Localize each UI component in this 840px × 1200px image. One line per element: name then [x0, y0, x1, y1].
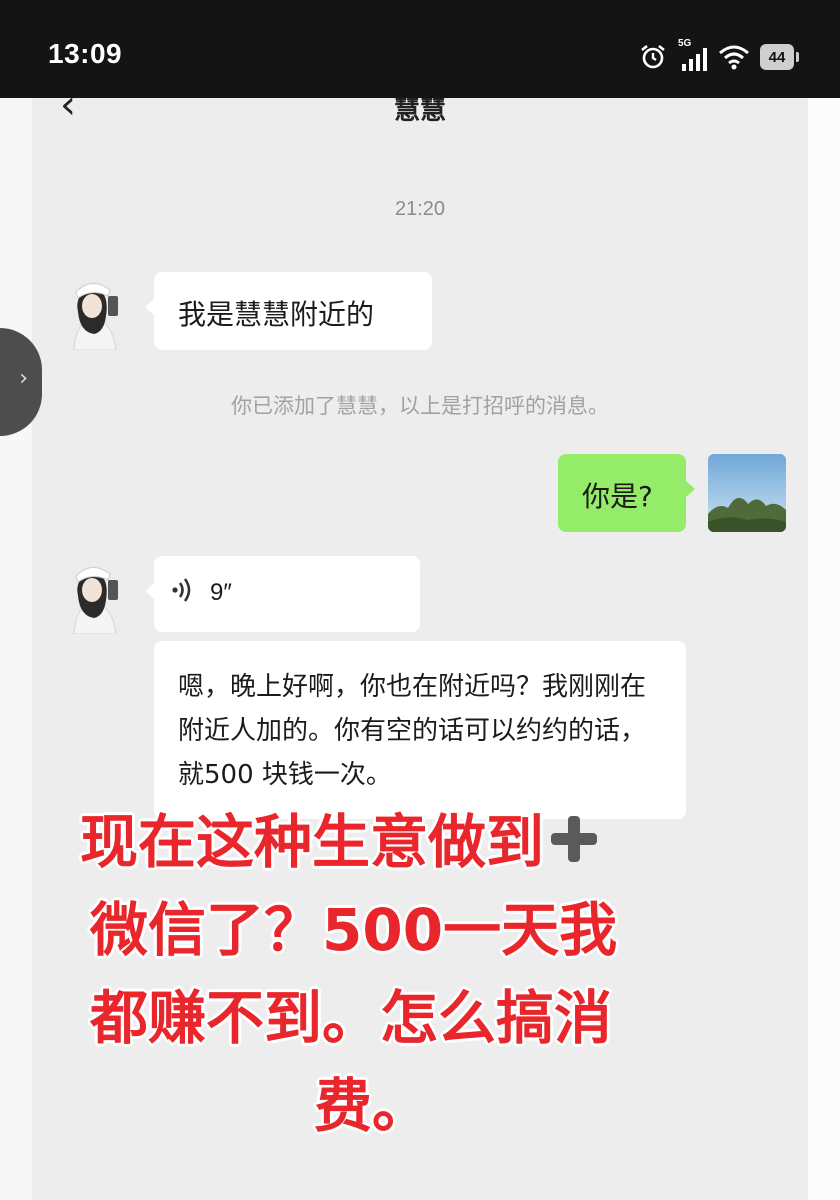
caption-overlay: 现在这种生意做到 微信了？500一天我 都赚不到。怎么搞消 费。: [32, 798, 808, 1150]
chat-navbar: ‹ 慧慧 ···: [32, 98, 808, 132]
received-message[interactable]: 我是慧慧附近的: [145, 272, 432, 350]
message-text: 我是慧慧附近的: [178, 298, 375, 331]
system-note: 你已添加了慧慧，以上是打招呼的消息。: [231, 394, 609, 418]
status-time: 13:09: [48, 38, 123, 69]
plus-icon: [544, 810, 602, 868]
signal-icon: 5G: [678, 38, 708, 72]
caption-line: 现在这种生意做到: [32, 798, 808, 886]
caption-text: 现在这种生意做到: [80, 808, 545, 876]
voice-duration: 9″: [210, 579, 232, 606]
alarm-icon: [641, 44, 665, 69]
wifi-icon: [719, 45, 749, 70]
left-margin: [0, 98, 32, 1200]
sent-message[interactable]: 你是?: [558, 454, 695, 532]
message-text: 你是?: [582, 480, 653, 513]
battery-icon: 44: [760, 44, 799, 70]
voice-transcript[interactable]: 嗯，晚上好啊，你也在附近吗？我刚刚在附近人加的。你有空的话可以约约的话，就500…: [154, 641, 686, 819]
transcript-text: 嗯，晚上好啊，你也在附近吗？我刚刚在附近人加的。你有空的话可以约约的话，就500…: [178, 672, 647, 790]
caption-line: 费。: [314, 1072, 431, 1140]
avatar[interactable]: [54, 272, 132, 350]
status-bar: 13:09 5G 44: [0, 0, 840, 98]
caption-line: 都赚不到。怎么搞消: [90, 984, 613, 1052]
voice-message[interactable]: 9″: [145, 556, 420, 632]
chat-screenshot: ‹ 慧慧 ··· 21:20 我是慧慧附近的 你已添加了慧慧，以上是打招呼的消息…: [32, 98, 808, 1200]
caption-line: 微信了？500一天我: [90, 896, 618, 964]
status-icons: 5G 44: [638, 38, 799, 74]
avatar[interactable]: [54, 556, 132, 634]
self-avatar[interactable]: [708, 454, 786, 532]
chat-title: 慧慧: [393, 98, 446, 126]
chevron-right-icon: ›: [19, 366, 28, 391]
right-margin: [808, 98, 840, 1200]
more-dots-icon[interactable]: ···: [733, 98, 770, 112]
message-timestamp: 21:20: [394, 198, 446, 220]
voice-wave-icon: [170, 577, 194, 609]
